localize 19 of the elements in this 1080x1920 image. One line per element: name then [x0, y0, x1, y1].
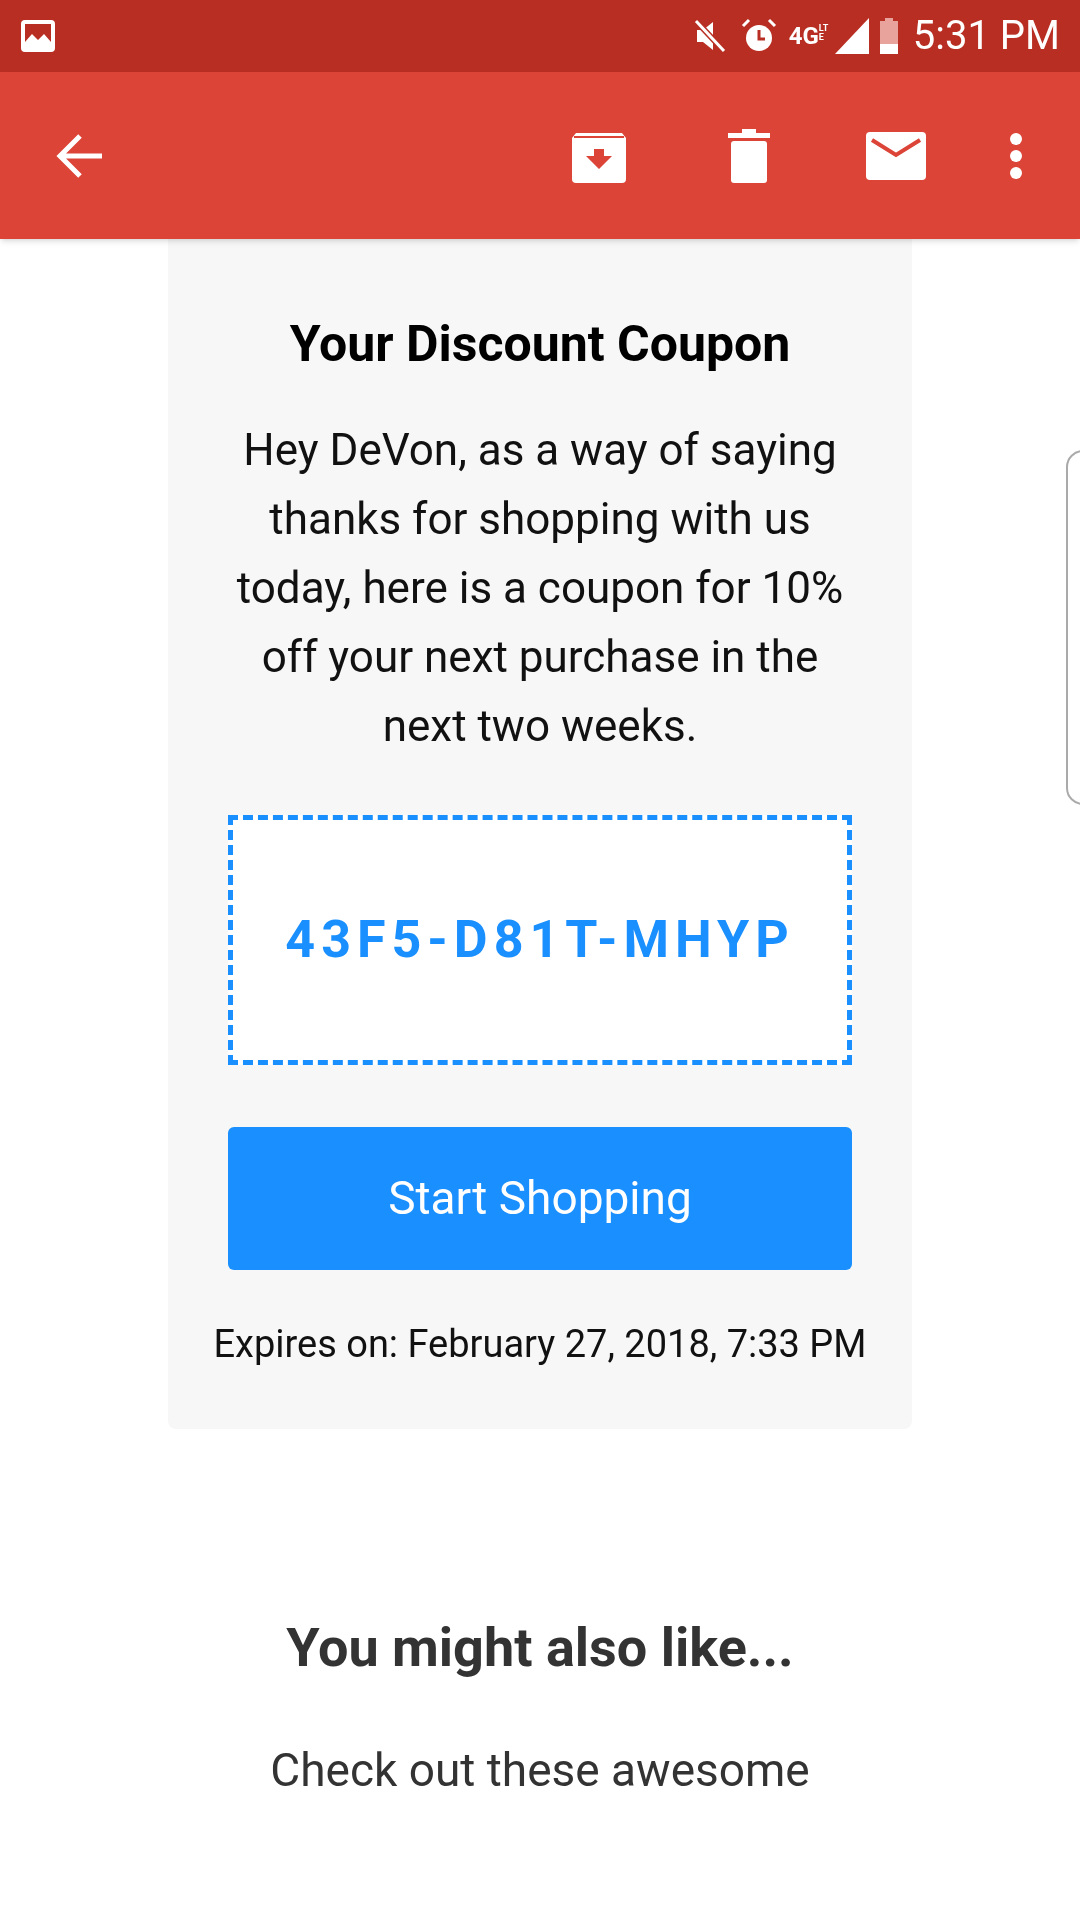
back-arrow-icon: [54, 131, 104, 180]
more-vertical-icon: [1009, 131, 1023, 180]
image-icon: [20, 19, 56, 53]
recommendations-text: Check out these awesome: [270, 1741, 810, 1799]
mail-icon: [866, 131, 926, 180]
start-shopping-button[interactable]: Start Shopping: [228, 1126, 852, 1270]
coupon-message: Hey DeVon, as a way of saying thanks for shopping with us today, here is a coupon for 10% off your next purchase in the next two weeks.: [235, 422, 845, 754]
recommendations-title: You might also like...: [286, 1614, 794, 1681]
network-type: 4G: [788, 24, 819, 48]
signal-icon: [834, 18, 869, 54]
coupon-code: 43F5-D81T-MHYP: [285, 907, 795, 972]
battery-icon: [878, 18, 899, 54]
alarm-icon: [740, 18, 777, 54]
trash-icon: [728, 128, 770, 183]
expiry-date: Expires on: February 27, 2018, 7:33 PM: [213, 1320, 867, 1368]
network-subtype: LTE: [818, 24, 829, 42]
clock-time: 5:31 PM: [912, 16, 1060, 56]
coupon-title: Your Discount Coupon: [289, 314, 791, 375]
mute-icon: [692, 18, 727, 54]
